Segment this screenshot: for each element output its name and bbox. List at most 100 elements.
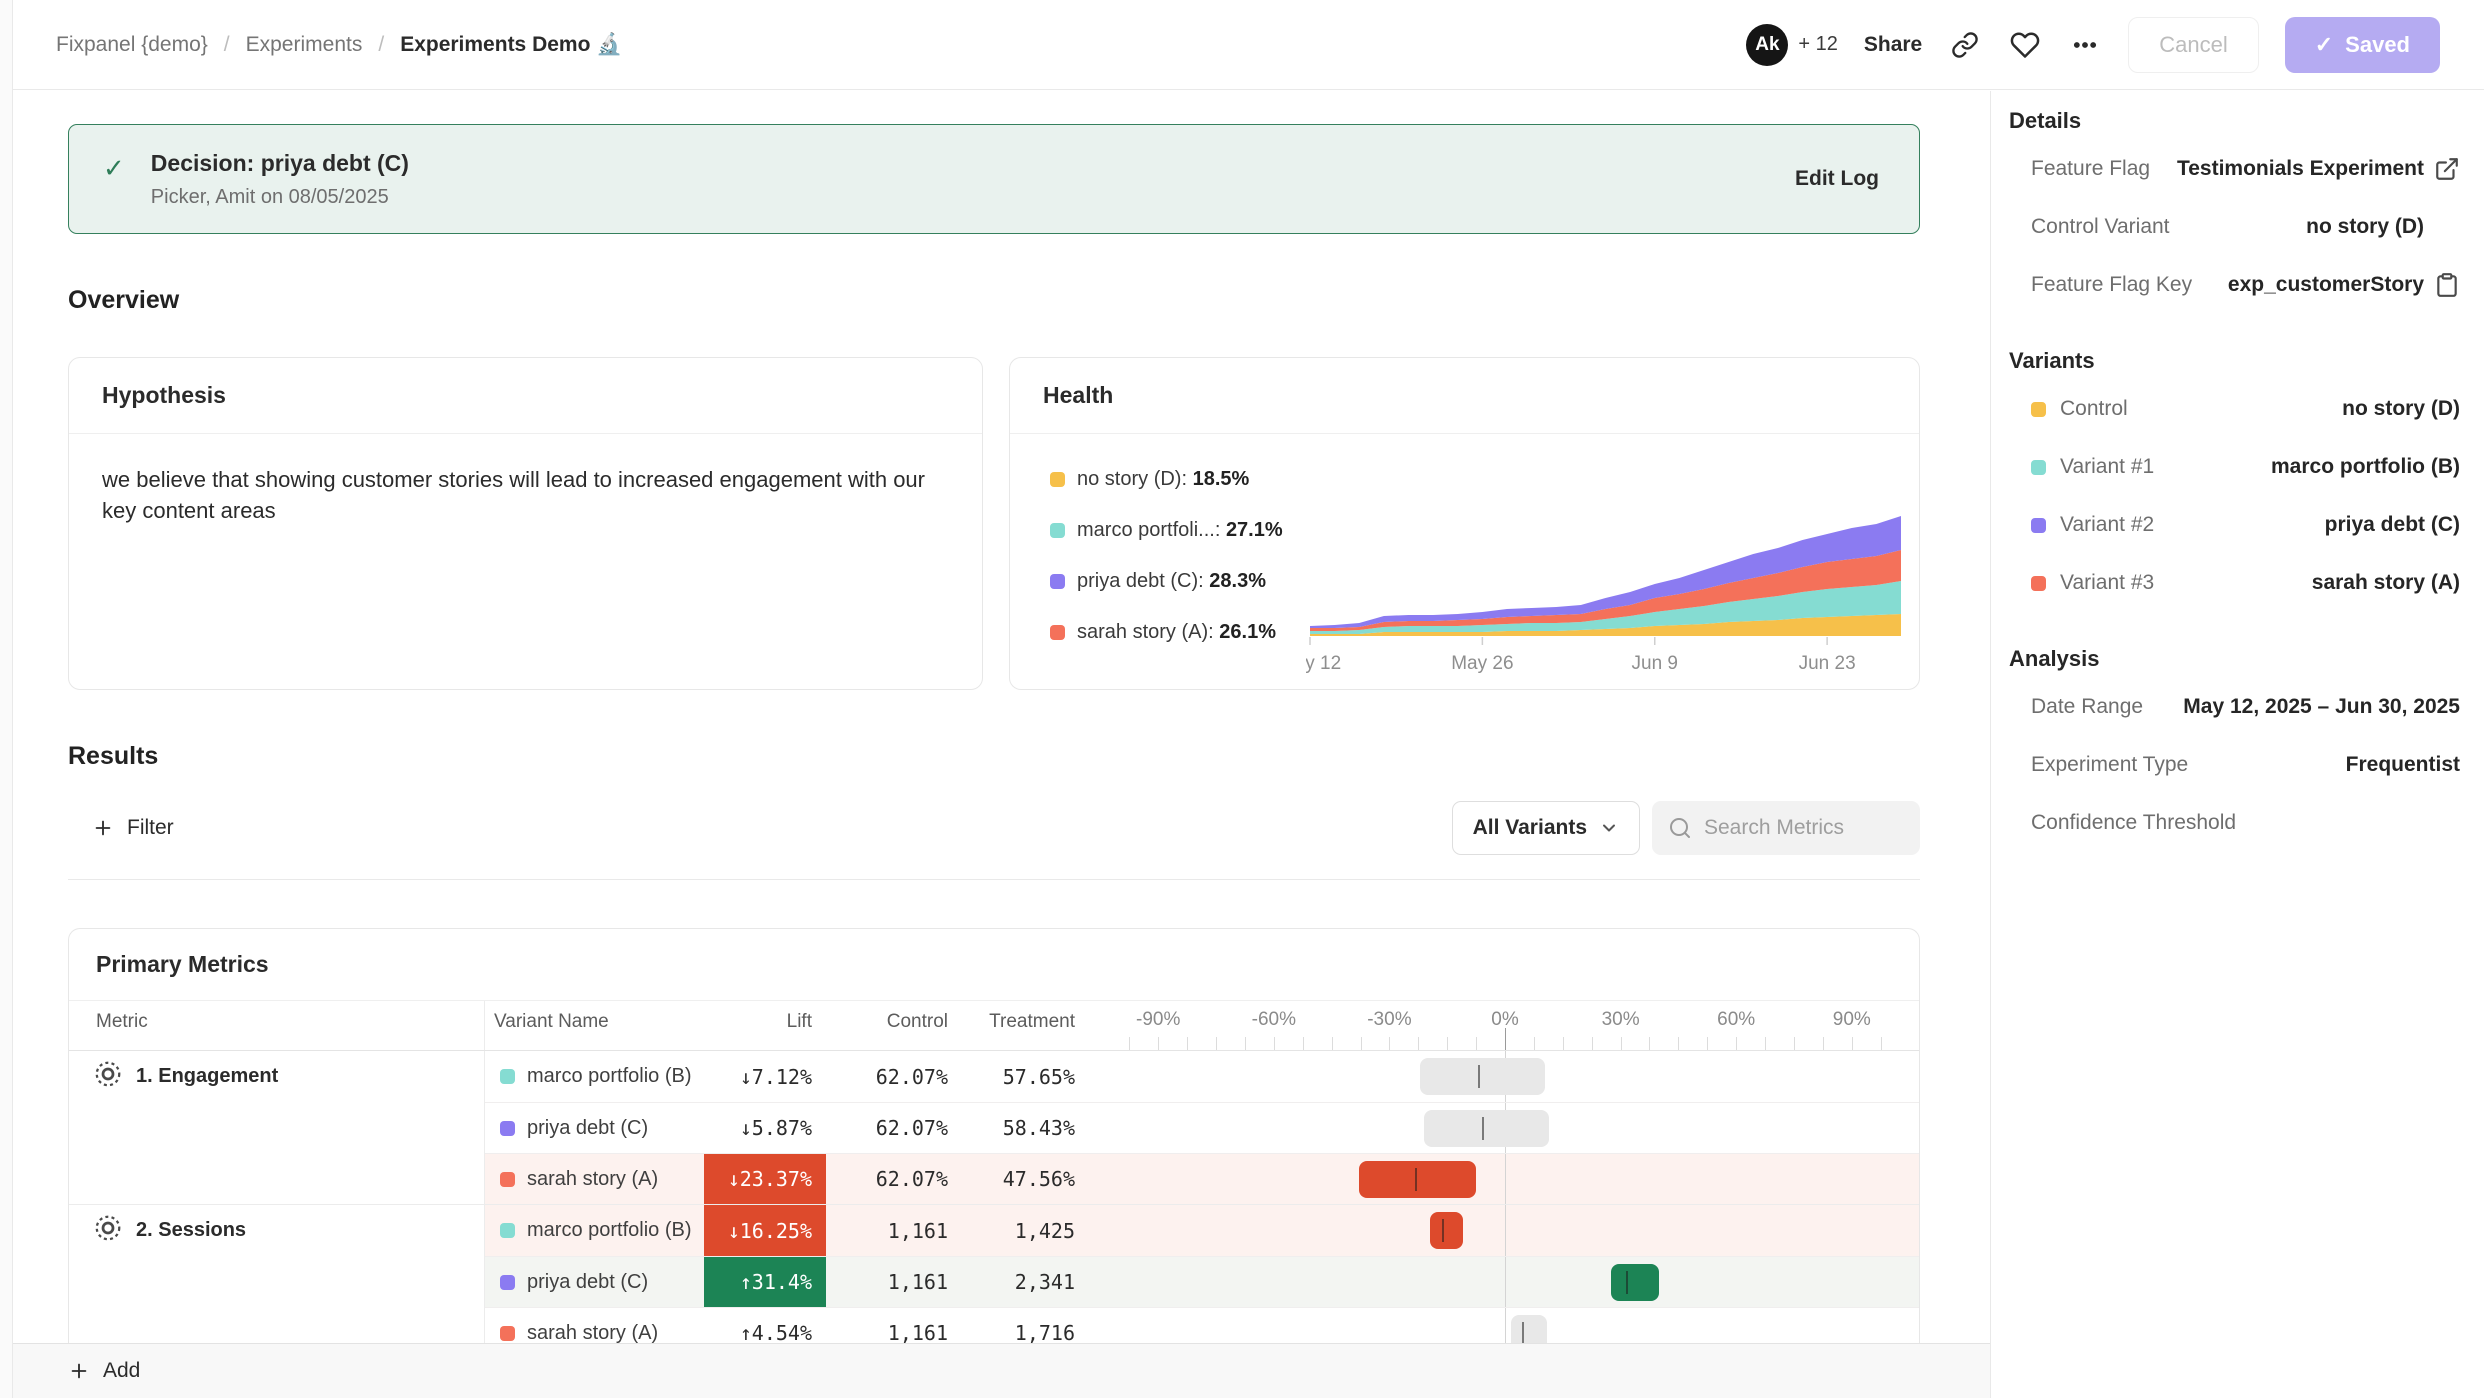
filter-label: Filter [127,816,174,840]
variant-filter-dropdown[interactable]: All Variants [1452,801,1640,855]
axis-minor-tick [1852,1037,1853,1050]
axis-label: -60% [1252,1009,1296,1031]
topbar-actions: Ak + 12 Share Cancel ✓ Saved [1746,17,2440,73]
metric-cell[interactable]: 1. Engagement [69,1051,484,1102]
variant-cell: priya debt (C) [485,1257,704,1307]
zero-gridline [1505,1154,1506,1204]
breadcrumb-project[interactable]: Fixpanel {demo} [56,33,208,57]
variant-name: sarah story (A) [527,1322,658,1345]
metric-target-icon [93,1059,123,1094]
check-icon: ✓ [2315,32,2333,58]
axis-minor-tick [1534,1037,1535,1050]
sidebar-row-variant-1: Variant #1marco portfolio (B) [2009,438,2460,496]
collapsed-nav-strip[interactable] [0,0,13,1398]
lift-axis: -90%-60%-30%0%30%60%90% [1083,1001,1919,1050]
search-icon [1668,816,1692,840]
external-link-icon[interactable] [2426,156,2460,182]
breadcrumb-separator: / [378,33,384,57]
row-label: Feature Flag [2031,157,2150,181]
sidebar-section-details: Details Feature FlagTestimonials Experim… [2009,108,2460,314]
analysis-heading: Analysis [2009,646,2460,672]
add-filter-button[interactable]: Filter [92,816,174,840]
hypothesis-card: Hypothesis we believe that showing custo… [68,357,983,690]
variant-name: priya debt (C) [527,1117,648,1140]
variant-name: marco portfolio (B) [527,1065,692,1088]
collaborators-count[interactable]: + 12 [1798,33,1837,56]
health-title: Health [1043,382,1113,409]
axis-minor-tick [1245,1037,1246,1050]
search-metrics-input[interactable] [1704,816,1904,840]
primary-metrics-card: Primary Metrics Metric Variant Name Lift… [68,928,1920,1355]
table-row[interactable]: priya debt (C) ↓5.87%62.07%58.43% [485,1102,1919,1153]
legend-swatch [1050,472,1065,487]
variants-heading: Variants [2009,348,2460,374]
app-root: Fixpanel {demo} / Experiments / Experime… [0,0,2484,1398]
x-axis-label: Jun 23 [1799,653,1856,674]
table-row[interactable]: marco portfolio (B)↓16.25%1,1611,425 [485,1205,1919,1256]
details-heading: Details [2009,108,2460,134]
metrics-table-header: Metric Variant Name Lift Control Treatme… [69,1001,1919,1051]
plus-icon [68,1360,90,1382]
metrics-search [1652,801,1920,855]
overview-cards: Hypothesis we believe that showing custo… [68,357,1920,690]
variant-cell: marco portfolio (B) [485,1205,704,1256]
sidebar-row-feature-flag-key: Feature Flag Keyexp_customerStory [2009,256,2460,314]
confidence-interval-cell [1083,1257,1919,1307]
table-footer: Add [13,1343,1990,1398]
more-options-icon[interactable] [2068,28,2102,62]
check-icon: ✓ [103,153,125,184]
favorite-heart-icon[interactable] [2008,28,2042,62]
health-stacked-area-chart: May 12May 26Jun 9Jun 23 [1306,513,1906,683]
cancel-button[interactable]: Cancel [2128,17,2258,73]
confidence-interval-bar [1611,1264,1659,1301]
zero-gridline [1505,1205,1506,1256]
table-row[interactable]: priya debt (C)↑31.4%1,1612,341 [485,1256,1919,1307]
sidebar-row-control-variant: Control Variantno story (D) [2009,198,2460,256]
axis-minor-tick [1389,1037,1390,1050]
control-value: 62.07% [826,1103,957,1153]
variant-swatch [500,1326,515,1341]
sidebar-section-analysis: Analysis Date RangeMay 12, 2025 – Jun 30… [2009,646,2460,852]
clipboard-icon[interactable] [2426,272,2460,298]
variant-name: priya debt (C) [527,1271,648,1294]
confidence-interval-cell [1083,1205,1919,1256]
lift-value: ↓23.37% [704,1154,826,1204]
table-row[interactable]: sarah story (A)↓23.37%62.07%47.56% [485,1153,1919,1204]
results-toolbar: Filter All Variants [68,801,1920,855]
interval-midpoint-tick [1482,1117,1484,1140]
share-button[interactable]: Share [1864,33,1922,57]
axis-label: -90% [1136,1009,1180,1031]
variant-swatch [2031,576,2046,591]
saved-button[interactable]: ✓ Saved [2285,17,2440,73]
add-metric-button[interactable]: Add [68,1359,140,1383]
axis-minor-tick [1361,1037,1362,1050]
breadcrumb-experiments[interactable]: Experiments [246,33,363,57]
saved-label: Saved [2345,32,2410,58]
variant-swatch [2031,518,2046,533]
metric-cell[interactable]: 2. Sessions [69,1205,484,1256]
decision-title: Decision: priya debt (C) [151,150,409,177]
control-value: 62.07% [826,1051,957,1102]
lift-value: ↑31.4% [704,1257,826,1307]
axis-minor-tick [1563,1037,1564,1050]
zero-gridline [1505,1257,1506,1307]
edit-log-button[interactable]: Edit Log [1795,167,1879,191]
treatment-value: 58.43% [957,1103,1083,1153]
overview-heading: Overview [68,286,1990,315]
copy-link-icon[interactable] [1948,28,1982,62]
avatar[interactable]: Ak [1746,24,1788,66]
control-value: 62.07% [826,1154,957,1204]
breadcrumb-current-page[interactable]: Experiments Demo 🔬 [400,33,622,57]
variant-cell: marco portfolio (B) [485,1051,704,1102]
metrics-table-body: 1. Engagementmarco portfolio (B)↓7.12%62… [69,1051,1919,1355]
row-value: May 12, 2025 – Jun 30, 2025 [2183,695,2460,719]
row-value: sarah story (A) [2312,571,2460,595]
variant-name: sarah story (A) [527,1168,658,1191]
row-label: Feature Flag Key [2031,273,2192,297]
lift-value: ↓7.12% [704,1051,826,1102]
variant-name: marco portfolio (B) [527,1219,692,1242]
x-axis-label: May 26 [1451,653,1513,674]
lift-value: ↓5.87% [704,1103,826,1153]
table-row[interactable]: marco portfolio (B)↓7.12%62.07%57.65% [485,1051,1919,1102]
chevron-down-icon [1599,818,1619,838]
